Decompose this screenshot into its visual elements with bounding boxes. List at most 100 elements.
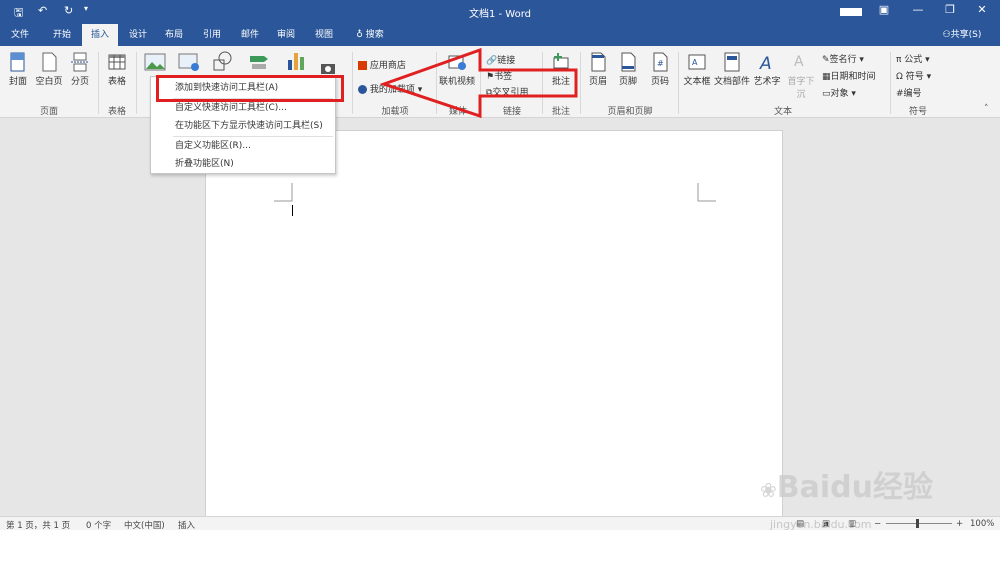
pagenum-label: 页码 (650, 77, 669, 87)
table-icon (108, 54, 126, 70)
tab-references[interactable]: 引用 (194, 24, 230, 46)
datetime-button[interactable]: ▦日期和时间 (822, 69, 876, 82)
minimize-button[interactable]: — (906, 3, 930, 19)
collapse-ribbon-icon[interactable]: ˄ (984, 104, 989, 114)
table-label: 表格 (107, 77, 126, 87)
blank-page-icon (42, 52, 57, 72)
textbox-icon: A (688, 54, 706, 70)
zoom-out-icon[interactable]: − (874, 519, 881, 529)
paw-icon: ❀ (760, 478, 777, 502)
addins-icon (358, 85, 367, 94)
page-number-icon: # (653, 52, 668, 72)
dropcap-label: 首字下沉 (787, 77, 815, 100)
person-icon: ⚇ (942, 30, 951, 40)
docparts-icon (724, 52, 740, 72)
pictures-icon[interactable] (144, 52, 166, 72)
footer-icon (621, 52, 636, 72)
numbering-button[interactable]: #编号 (896, 86, 922, 99)
tab-view[interactable]: 视图 (306, 24, 342, 46)
page-break-icon (71, 52, 89, 72)
close-button[interactable]: ✕ (970, 3, 994, 19)
text-cursor (292, 205, 293, 216)
signature-line-button[interactable]: ✎签名行 ▾ (822, 52, 864, 65)
number-icon: # (896, 89, 904, 99)
blank-label: 空白页 (35, 77, 63, 87)
tell-me-label: 搜索 (365, 30, 384, 40)
object-icon: ▭ (822, 89, 831, 99)
screenshot-icon[interactable] (320, 60, 338, 76)
menu-collapse-ribbon[interactable]: 折叠功能区(N) (151, 155, 335, 173)
zoom-level[interactable]: 100% (970, 519, 994, 529)
object-button[interactable]: ▭对象 ▾ (822, 86, 856, 99)
zoom-slider-thumb[interactable] (916, 519, 919, 528)
menu-show-qat-below[interactable]: 在功能区下方显示快速访问工具栏(S) (151, 117, 335, 135)
tab-review[interactable]: 审阅 (268, 24, 304, 46)
textbox-button[interactable]: A 文本框 (682, 52, 712, 87)
docparts-label: 文档部件 (714, 77, 751, 87)
page-break-button[interactable]: 分页 (68, 52, 92, 87)
symbol-label: 符号 (905, 72, 924, 82)
menu-customize-ribbon[interactable]: 自定义功能区(R)... (151, 137, 335, 155)
table-button[interactable]: 表格 (104, 52, 130, 87)
signature-label: 签名行 (829, 55, 857, 65)
page-number-button[interactable]: # 页码 (646, 52, 674, 87)
footer-button[interactable]: 页脚 (614, 52, 642, 87)
pi-icon: π (896, 55, 902, 65)
equation-button[interactable]: π 公式 ▾ (896, 52, 930, 65)
group-tables-label: 表格 (107, 107, 126, 117)
blank-page-button[interactable]: 空白页 (34, 52, 64, 87)
symbol-button[interactable]: Ω 符号 ▾ (896, 69, 931, 82)
zoom-in-icon[interactable]: + (956, 519, 963, 529)
group-separator (890, 52, 891, 114)
svg-text:A: A (794, 54, 804, 70)
bottom-blank (0, 530, 1000, 562)
tab-home[interactable]: 开始 (44, 24, 80, 46)
share-button[interactable]: ⚇共享(S) (936, 24, 988, 46)
watermark-url: jingyan.baidu.com (770, 518, 872, 531)
cover-label: 封面 (8, 77, 27, 87)
highlight-box (156, 75, 344, 102)
svg-text:#: # (657, 59, 664, 68)
textbox-label: 文本框 (683, 77, 711, 87)
title-bar: 🖫 ↶ ↻ ▾ 文档1 - Word ▣ — ❐ ✕ (0, 0, 1000, 24)
lightbulb-icon: ♁ (356, 30, 363, 40)
dropcap-button[interactable]: A 首字下沉 (784, 52, 818, 100)
group-text-label: 文本 (773, 107, 792, 117)
tab-mailings[interactable]: 邮件 (232, 24, 268, 46)
signature-icon: ✎ (822, 55, 830, 65)
account-name (840, 8, 862, 16)
zoom-slider[interactable] (886, 523, 952, 524)
omega-icon: Ω (896, 72, 903, 82)
baidu-watermark: ❀Baidu经验 (760, 462, 933, 506)
tab-design[interactable]: 设计 (120, 24, 156, 46)
wordart-icon: A (759, 54, 772, 72)
red-arrow-annotation (380, 47, 578, 119)
equation-label: 公式 (904, 55, 923, 65)
cover-page-button[interactable]: 封面 (6, 52, 30, 87)
document-page[interactable] (205, 130, 783, 530)
share-label: 共享(S) (950, 30, 982, 40)
pagebreak-label: 分页 (70, 77, 89, 87)
group-pages-label: 页面 (39, 107, 58, 117)
tab-insert[interactable]: 插入 (82, 24, 118, 46)
docparts-button[interactable]: 文档部件 (714, 52, 750, 87)
group-separator (136, 52, 137, 114)
watermark-brand: Baidu经验 (776, 470, 933, 505)
group-separator (352, 52, 353, 114)
number-label: 编号 (903, 89, 922, 99)
document-area (0, 118, 1000, 530)
online-pictures-icon[interactable] (178, 52, 200, 72)
ribbon-display-icon[interactable]: ▣ (872, 3, 896, 19)
cover-page-icon (10, 52, 25, 72)
svg-text:A: A (692, 58, 698, 67)
shapes-icon[interactable] (212, 50, 234, 72)
group-separator (98, 52, 99, 114)
wordart-button[interactable]: A 艺术字 (752, 52, 782, 87)
store-icon (358, 61, 367, 70)
chart-icon[interactable] (286, 50, 306, 72)
maximize-button[interactable]: ❐ (938, 3, 962, 19)
tab-file[interactable]: 文件 (4, 24, 36, 46)
margin-corner-marker (274, 183, 293, 202)
tab-layout[interactable]: 布局 (156, 24, 192, 46)
smartart-icon[interactable] (248, 52, 270, 72)
